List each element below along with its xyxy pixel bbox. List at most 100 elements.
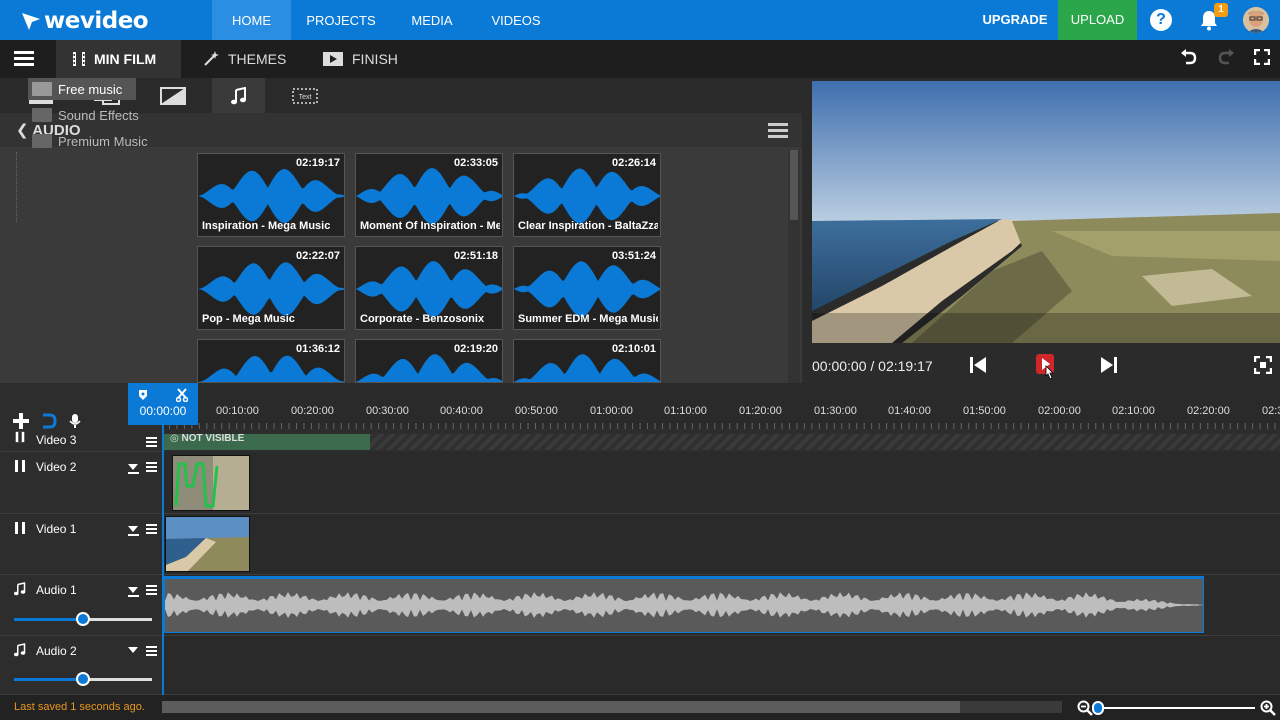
beach-aerial-image <box>812 81 1280 343</box>
track-header-video-2[interactable]: Video 2 <box>0 452 162 514</box>
nav-projects[interactable]: PROJECTS <box>297 0 385 40</box>
folder-premium-music[interactable]: Premium Music <box>12 128 192 154</box>
track-header-audio-2[interactable]: Audio 2 <box>0 636 162 695</box>
waveform-shape <box>356 261 502 317</box>
wevideo-logo[interactable]: wevideo <box>20 8 149 34</box>
help-icon[interactable]: ? <box>1150 9 1172 31</box>
audio-1-volume-knob[interactable] <box>76 612 90 626</box>
video-2-clip[interactable] <box>172 455 250 511</box>
ruler-tick-label: 00:50:00 <box>515 405 558 417</box>
upload-button[interactable]: UPLOAD <box>1058 0 1137 40</box>
audio-tile[interactable]: 02:22:07 Pop - Mega Music <box>197 246 345 330</box>
preview-video-frame[interactable] <box>812 81 1280 343</box>
ruler-tick-label: 01:40:00 <box>888 405 931 417</box>
play-button-icon[interactable] <box>1036 354 1058 380</box>
main-menu-icon[interactable] <box>14 51 34 67</box>
fullscreen-icon[interactable] <box>1254 49 1270 65</box>
film-strip-icon <box>15 460 25 472</box>
nav-videos[interactable]: VIDEOS <box>480 0 552 40</box>
track-menu-icon[interactable] <box>146 585 157 597</box>
ruler-tick-label: 00:10:00 <box>216 405 259 417</box>
waveform-shape <box>165 592 1203 618</box>
audio-2-volume-knob[interactable] <box>76 672 90 686</box>
skip-back-icon[interactable] <box>969 355 987 375</box>
logo-play-icon <box>22 13 40 30</box>
track-name: Video 1 <box>36 522 77 536</box>
top-navigation-bar: wevideo HOME PROJECTS MEDIA VIDEOS UPGRA… <box>0 0 1280 40</box>
folder-label: Free music <box>58 81 123 97</box>
track-title: Corporate - Benzosonix <box>360 313 485 325</box>
undo-icon[interactable] <box>1180 48 1198 68</box>
audio-tile[interactable]: 02:33:05 Moment Of Inspiration - Me... <box>355 153 503 237</box>
microphone-icon[interactable] <box>68 413 82 429</box>
themes-label: THEMES <box>228 51 287 67</box>
audio-tile[interactable]: 02:26:14 Clear Inspiration - BaltaZzar <box>513 153 661 237</box>
track-dropdown-icon[interactable] <box>128 526 138 532</box>
tab-text[interactable]: Text <box>278 78 331 113</box>
list-view-icon[interactable] <box>768 123 788 141</box>
track-dropdown-icon[interactable] <box>128 647 138 653</box>
track-menu-icon[interactable] <box>146 646 157 658</box>
zoom-slider-track[interactable] <box>1098 707 1255 709</box>
track-header-audio-1[interactable]: Audio 1 <box>0 575 162 636</box>
track-lane-video-1[interactable] <box>164 514 1280 575</box>
audio-tile[interactable]: 02:51:18 Corporate - Benzosonix <box>355 246 503 330</box>
zoom-in-icon[interactable] <box>1260 700 1276 716</box>
track-header-video-1[interactable]: Video 1 <box>0 514 162 575</box>
playhead-line[interactable] <box>162 425 164 695</box>
music-icon <box>230 86 246 104</box>
video-1-clip[interactable] <box>165 516 250 572</box>
track-lane-audio-2[interactable] <box>164 636 1280 695</box>
audio-tile[interactable]: 02:19:17 Inspiration - Mega Music <box>197 153 345 237</box>
timeline-scrollbar-thumb[interactable] <box>162 701 960 713</box>
marker-icon[interactable] <box>138 389 148 401</box>
ruler-tick-label: 01:20:00 <box>739 405 782 417</box>
ruler-tick-label: 02:00:00 <box>1038 405 1081 417</box>
folder-tree-connector <box>16 152 17 222</box>
music-note-icon <box>14 582 26 596</box>
audio-tile[interactable]: 01:36:12 <box>197 339 345 383</box>
track-title: Summer EDM - Mega Music <box>518 313 658 325</box>
not-visible-text: NOT VISIBLE <box>181 433 245 444</box>
dropdown-underline <box>128 472 139 474</box>
track-duration: 01:36:12 <box>295 343 340 355</box>
folder-tree: Free music Sound Effects Premium Music <box>12 76 192 154</box>
magnet-snap-icon[interactable] <box>41 413 57 429</box>
track-dropdown-icon[interactable] <box>128 587 138 593</box>
editor-toolbar: MIN FILM THEMES FINISH <box>0 40 1280 78</box>
track-header-video-3[interactable]: Video 3 <box>0 429 162 452</box>
track-menu-icon[interactable] <box>146 437 157 449</box>
nav-media[interactable]: MEDIA <box>398 0 466 40</box>
logo-wordmark: wevideo <box>44 8 149 34</box>
upgrade-button[interactable]: UPGRADE <box>974 0 1056 40</box>
avatar-face-icon <box>1243 7 1269 33</box>
tab-project-timeline[interactable]: MIN FILM <box>56 40 181 78</box>
redo-icon[interactable] <box>1217 48 1235 68</box>
folder-free-music[interactable]: Free music <box>12 76 192 102</box>
tab-themes[interactable]: THEMES <box>202 40 286 78</box>
track-menu-icon[interactable] <box>146 524 157 536</box>
user-avatar[interactable] <box>1243 7 1269 33</box>
skip-forward-icon[interactable] <box>1100 355 1118 375</box>
add-track-icon[interactable] <box>12 412 30 430</box>
preview-fullscreen-icon[interactable] <box>1254 356 1272 374</box>
track-duration: 03:51:24 <box>611 250 656 262</box>
film-strip-icon <box>15 431 25 443</box>
audio-tile[interactable]: 02:19:20 <box>355 339 503 383</box>
magic-wand-icon <box>204 51 219 66</box>
notification-count-badge: 1 <box>1214 3 1228 17</box>
track-lane-video-2[interactable] <box>164 452 1280 514</box>
track-dropdown-icon[interactable] <box>128 464 138 470</box>
nav-home[interactable]: HOME <box>212 0 291 40</box>
folder-sound-effects[interactable]: Sound Effects <box>12 102 192 128</box>
audio-tile[interactable]: 02:10:01 <box>513 339 661 383</box>
audio-tile[interactable]: 03:51:24 Summer EDM - Mega Music <box>513 246 661 330</box>
audio-1-clip[interactable] <box>164 576 1204 633</box>
tab-finish[interactable]: FINISH <box>322 40 398 78</box>
tab-audio[interactable] <box>212 78 265 113</box>
track-menu-icon[interactable] <box>146 462 157 474</box>
media-scrollbar-thumb[interactable] <box>790 150 798 220</box>
scissors-split-icon[interactable] <box>176 388 188 402</box>
zoom-out-icon[interactable] <box>1077 700 1093 716</box>
zoom-slider-knob[interactable] <box>1092 701 1104 715</box>
